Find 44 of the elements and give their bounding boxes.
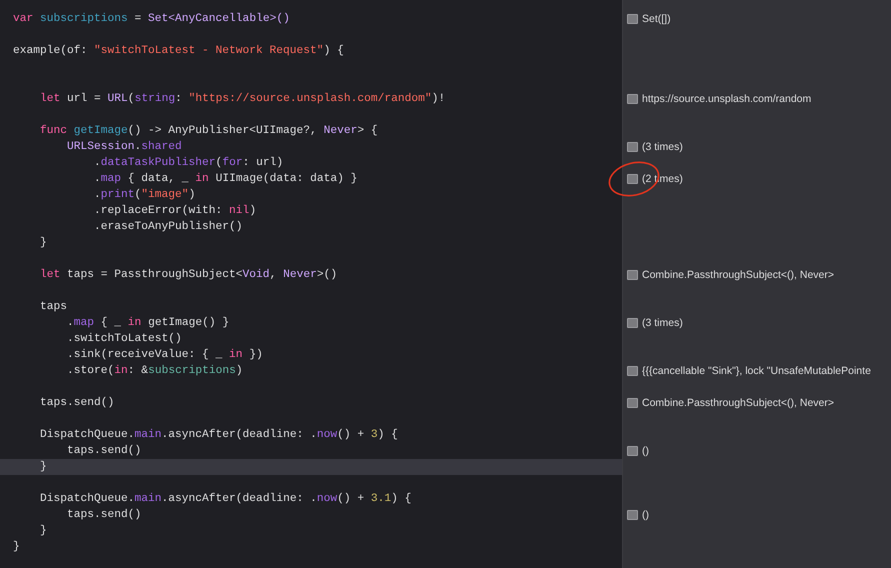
quick-look-icon[interactable] bbox=[627, 510, 638, 520]
result-value: () bbox=[642, 445, 649, 457]
code-line: .replaceError(with: nil) bbox=[93, 204, 256, 219]
code-line: URLSession.shared bbox=[66, 140, 182, 155]
code-line: func getImage() -> AnyPublisher<UIImage?, Never> { bbox=[39, 124, 378, 139]
result-value: Combine.PassthroughSubject<(), Never> bbox=[642, 397, 834, 409]
result-value: {{{cancellable "Sink"}, lock "UnsafeMutablePointe bbox=[642, 365, 871, 377]
code-line: taps.send() bbox=[66, 508, 142, 523]
quick-look-icon[interactable] bbox=[627, 14, 638, 24]
code-line: let taps = PassthroughSubject<Void, Never>() bbox=[39, 268, 338, 283]
code-line: .eraseToAnyPublisher() bbox=[93, 220, 243, 235]
quick-look-icon[interactable] bbox=[627, 142, 638, 152]
result-value: Combine.PassthroughSubject<(), Never> bbox=[642, 269, 834, 281]
code-line: } bbox=[39, 460, 47, 475]
code-line: .store(in: &subscriptions) bbox=[66, 364, 243, 379]
code-line: example(of: "switchToLatest - Network Request") { bbox=[13, 44, 344, 59]
code-line: } bbox=[13, 540, 20, 555]
quick-look-icon[interactable] bbox=[627, 446, 638, 456]
code-line: .map { data, _ in UIImage(data: data) } bbox=[93, 172, 358, 187]
code-line: let url = URL(string: "https://source.unsplash.com/random")! bbox=[39, 92, 446, 107]
code-line: .map { _ in getImage() } bbox=[66, 316, 230, 331]
quick-look-icon[interactable] bbox=[627, 174, 638, 184]
result-value: (3 times) bbox=[642, 141, 683, 153]
result-value: Set([]) bbox=[642, 13, 671, 25]
quick-look-icon[interactable] bbox=[627, 94, 638, 104]
code-line: var subscriptions = Set<AnyCancellable>() bbox=[13, 12, 290, 27]
result-value: () bbox=[642, 509, 649, 521]
code-line: DispatchQueue.main.asyncAfter(deadline: .now() + 3.1) { bbox=[39, 492, 412, 507]
result-value: https://source.unsplash.com/random bbox=[642, 93, 812, 105]
code-line: DispatchQueue.main.asyncAfter(deadline: .now() + 3) { bbox=[39, 428, 398, 443]
quick-look-icon[interactable] bbox=[627, 318, 638, 328]
code-line: .sink(receiveValue: { _ in }) bbox=[66, 348, 263, 363]
code-line: } bbox=[39, 236, 47, 251]
code-line: .print("image") bbox=[93, 188, 196, 203]
quick-look-icon[interactable] bbox=[627, 398, 638, 408]
code-line: .dataTaskPublisher(for: url) bbox=[93, 156, 284, 171]
code-line: taps.send() bbox=[39, 396, 114, 411]
code-line: .switchToLatest() bbox=[66, 332, 182, 347]
code-line: taps.send() bbox=[66, 444, 142, 459]
quick-look-icon[interactable] bbox=[627, 270, 638, 280]
result-value: (3 times) bbox=[642, 317, 683, 329]
code-line: taps bbox=[39, 300, 68, 315]
code-line: } bbox=[39, 524, 47, 539]
quick-look-icon[interactable] bbox=[627, 366, 638, 376]
